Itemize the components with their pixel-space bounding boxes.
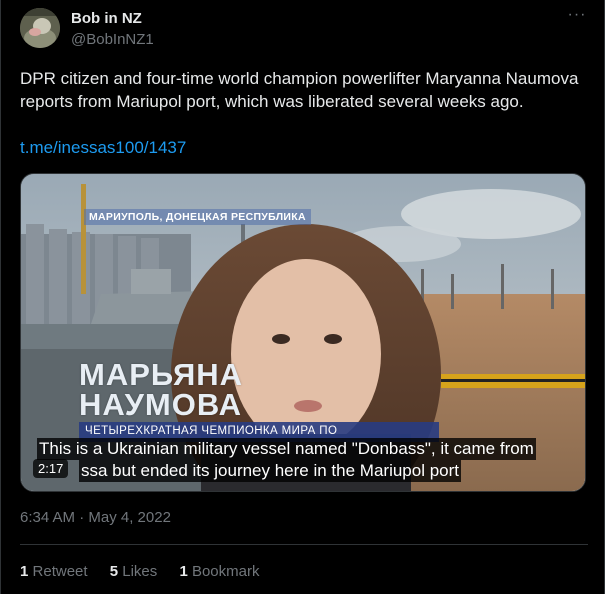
retweets-stat[interactable]: 1 Retweet [20, 563, 88, 580]
tweet-link[interactable]: t.me/inessas100/1437 [20, 138, 186, 158]
tweet-header: Bob in NZ @BobInNZ1 ··· [20, 6, 590, 50]
likes-stat[interactable]: 5 Likes [110, 563, 158, 580]
tweet-timestamp[interactable]: 6:34 AM · May 4, 2022 [20, 509, 171, 526]
likes-count: 5 [109, 563, 119, 580]
subtitle-line-1: This is a Ukrainian military vessel name… [37, 438, 536, 460]
video-subtitles: This is a Ukrainian military vessel name… [37, 438, 536, 482]
more-horizontal-icon: ··· [567, 6, 587, 23]
bookmarks-label: Bookmark [191, 563, 260, 580]
video-duration-badge: 2:17 [33, 459, 69, 478]
author-handle[interactable]: @BobInNZ1 [71, 31, 154, 48]
avatar[interactable] [20, 8, 60, 48]
overlay-name-line2: НАУМОВА [79, 387, 243, 422]
overlay-name-line1: МАРЬЯНА [79, 357, 244, 392]
engagement-stats: 1 Retweet 5 Likes 1 Bookmark [20, 563, 277, 580]
divider [20, 544, 588, 545]
author-name[interactable]: Bob in NZ [71, 10, 142, 27]
retweets-count: 1 [20, 563, 29, 580]
more-options-button[interactable]: ··· [566, 6, 588, 28]
likes-label: Likes [122, 563, 158, 580]
tweet-text: DPR citizen and four-time world champion… [20, 69, 579, 111]
tweet-container: Bob in NZ @BobInNZ1 ··· DPR citizen and … [0, 0, 605, 594]
subtitle-line-2: ssa but ended its journey here in the Ma… [79, 460, 462, 482]
avatar-image [20, 8, 60, 48]
retweets-label: Retweet [32, 563, 88, 580]
bookmarks-stat[interactable]: 1 Bookmark [179, 563, 259, 580]
video-player[interactable]: МАРИУПОЛЬ, ДОНЕЦКАЯ РЕСПУБЛИКА МАРЬЯНА Н… [20, 173, 586, 492]
location-caption: МАРИУПОЛЬ, ДОНЕЦКАЯ РЕСПУБЛИКА [84, 209, 311, 225]
bookmarks-count: 1 [179, 563, 188, 580]
